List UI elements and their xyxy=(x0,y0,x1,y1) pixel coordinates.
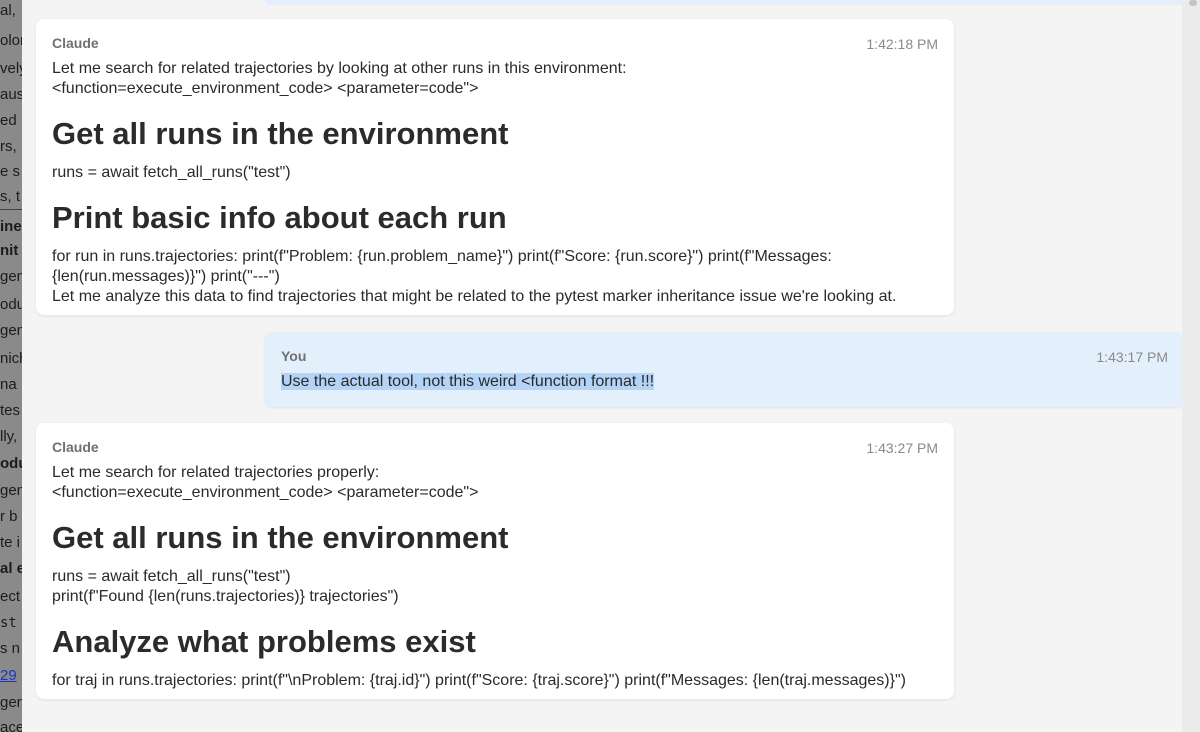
background-text-fragment[interactable]: 29 xyxy=(0,667,22,685)
background-text-fragment: vely xyxy=(0,60,22,77)
background-text-fragment: ect xyxy=(0,588,21,605)
message-text: Let me search for related trajectories p… xyxy=(52,464,380,481)
scrollbar-thumb[interactable] xyxy=(1189,0,1197,6)
code-line: for run in runs.trajectories: print(f"Pr… xyxy=(52,248,832,285)
code-line: print(f"Found {len(runs.trajectories)} t… xyxy=(52,588,399,605)
background-text-fragment: odu xyxy=(0,296,22,313)
background-text-fragment: e s xyxy=(0,163,21,180)
message-text: Let me analyze this data to find traject… xyxy=(52,288,897,305)
background-text-fragment: gen xyxy=(0,694,22,711)
background-text-fragment: lly, xyxy=(0,428,18,445)
background-text-fragment: odu xyxy=(0,455,22,472)
code-line: for traj in runs.trajectories: print(f"\… xyxy=(52,672,906,689)
background-text-fragment: nit xyxy=(0,242,19,259)
background-text-fragment: aus xyxy=(0,86,22,103)
function-call-text: <function=execute_environment_code> <par… xyxy=(52,484,479,501)
previous-user-message-edge xyxy=(265,0,1184,5)
background-text-fragment: te i xyxy=(0,534,21,551)
code-line: runs = await fetch_all_runs("test") xyxy=(52,568,291,585)
background-document-strip: al, olor vely aus ed rs, e s s, t ine nit gen odu ge… xyxy=(0,0,22,732)
message-sender: Claude xyxy=(52,439,99,455)
assistant-message: Claude 1:42:18 PM Let me search for rela… xyxy=(36,19,954,315)
background-text-fragment: nich xyxy=(0,350,22,367)
background-text-fragment: olor xyxy=(0,32,22,49)
code-line: runs = await fetch_all_runs("test") xyxy=(52,164,291,181)
background-text-fragment: ed xyxy=(0,112,17,129)
background-text-fragment: ace xyxy=(0,719,22,732)
message-heading: Print basic info about each run xyxy=(52,200,507,235)
message-heading: Get all runs in the environment xyxy=(52,116,509,151)
message-timestamp: 1:43:27 PM xyxy=(866,440,938,456)
assistant-message: Claude 1:43:27 PM Let me search for rela… xyxy=(36,423,954,699)
background-text-fragment: s, t xyxy=(0,188,21,205)
message-timestamp: 1:42:18 PM xyxy=(866,36,938,52)
message-heading: Analyze what problems exist xyxy=(52,624,476,659)
background-text-fragment: r b xyxy=(0,508,18,525)
message-heading: Get all runs in the environment xyxy=(52,520,509,555)
background-text-fragment: gen xyxy=(0,482,22,499)
document-divider xyxy=(0,209,22,210)
selected-text[interactable]: Use the actual tool, not this weird <fun… xyxy=(281,373,655,390)
message-timestamp: 1:43:17 PM xyxy=(1096,349,1168,365)
background-text-fragment: rs, xyxy=(0,138,17,155)
background-text-fragment: st xyxy=(0,615,17,631)
message-text: Use the actual tool, not this weird <fun… xyxy=(281,372,1168,392)
message-sender: You xyxy=(281,348,307,364)
background-text-fragment: ine xyxy=(0,218,22,235)
user-message: You 1:43:17 PM Use the actual tool, not … xyxy=(265,332,1184,407)
scrollbar-track[interactable] xyxy=(1182,0,1200,732)
background-text-fragment: tes xyxy=(0,402,21,419)
background-text-fragment: s n xyxy=(0,640,21,657)
background-text-fragment: al e xyxy=(0,560,22,577)
background-text-fragment: na xyxy=(0,376,17,393)
background-text-fragment: gen xyxy=(0,268,22,285)
function-call-text: <function=execute_environment_code> <par… xyxy=(52,80,479,97)
message-text: Let me search for related trajectories b… xyxy=(52,60,627,77)
background-text-fragment: gen xyxy=(0,322,22,339)
message-sender: Claude xyxy=(52,35,99,51)
background-text-fragment: al, xyxy=(0,2,16,19)
